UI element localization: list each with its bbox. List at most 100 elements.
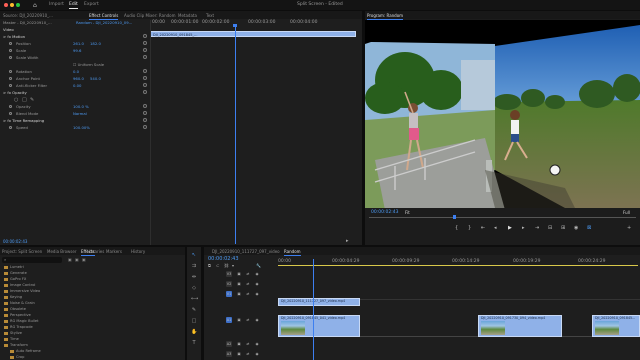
property-value[interactable]: 0.0 bbox=[73, 69, 79, 74]
mark-in-icon[interactable]: { bbox=[455, 225, 458, 231]
property-value[interactable]: Normal bbox=[73, 111, 87, 116]
selection-tool-icon[interactable]: ↖ bbox=[191, 252, 197, 258]
track-target-button[interactable]: A3 bbox=[226, 351, 232, 357]
timeline-playhead[interactable] bbox=[313, 259, 314, 360]
tab-source[interactable]: Source: DJI_20220910_... bbox=[3, 13, 53, 18]
effect-folder-item[interactable]: Time bbox=[4, 337, 19, 341]
reset-icon[interactable] bbox=[143, 111, 147, 115]
mute-icon[interactable]: ◉ bbox=[254, 351, 260, 357]
home-icon[interactable]: ⌂ bbox=[33, 2, 37, 9]
clip-v2[interactable]: DJI_20220910_111727_097_video.mp4 bbox=[278, 298, 360, 306]
effect-folder-item[interactable]: Auto Reframe bbox=[10, 349, 41, 353]
zoom-window-button[interactable] bbox=[16, 3, 20, 7]
close-window-button[interactable] bbox=[4, 3, 8, 7]
tab-metadata[interactable]: Metadata bbox=[178, 13, 197, 18]
track-target-button[interactable]: V2 bbox=[226, 281, 232, 287]
ripple-edit-tool-icon[interactable]: ⇹ bbox=[191, 274, 197, 280]
sync-icon[interactable]: ⇄ bbox=[245, 291, 251, 297]
track-select-tool-icon[interactable]: ⇉ bbox=[191, 263, 197, 269]
sync-icon[interactable]: ⇄ bbox=[245, 271, 251, 277]
razor-tool-icon[interactable]: ◇ bbox=[191, 285, 197, 291]
tab-program-random[interactable]: Program: Random bbox=[367, 13, 404, 20]
effect-folder-item[interactable]: Transform bbox=[4, 343, 28, 347]
property-value-y[interactable]: 182.0 bbox=[90, 41, 101, 46]
clip-v1-c[interactable]: DJI_20220910_091845... bbox=[592, 315, 640, 337]
eye-icon[interactable]: ◉ bbox=[254, 281, 260, 287]
eye-icon[interactable]: ◉ bbox=[254, 271, 260, 277]
effect-section-label[interactable]: > fx Opacity bbox=[3, 90, 27, 95]
timeline-timecode[interactable]: 00:00:02:43 bbox=[208, 256, 239, 262]
effect-folder-item[interactable]: RG Trapcode bbox=[4, 325, 33, 329]
program-playhead[interactable] bbox=[453, 215, 456, 219]
effect-folder-item[interactable]: Noise & Grain bbox=[4, 301, 35, 305]
property-value[interactable]: 0.00 bbox=[73, 83, 81, 88]
program-quality-select[interactable]: Full bbox=[623, 210, 630, 215]
reset-icon[interactable] bbox=[143, 76, 147, 80]
linked-selection-icon[interactable]: ⛓ bbox=[224, 263, 229, 268]
ec-playhead[interactable] bbox=[235, 25, 236, 244]
sync-icon[interactable]: ⇄ bbox=[245, 317, 251, 323]
keyframe-stopwatch-icon[interactable] bbox=[9, 42, 12, 45]
add-marker-icon[interactable]: ▾ bbox=[232, 263, 234, 268]
lock-icon[interactable]: ▣ bbox=[236, 291, 242, 297]
ec-navigate-icon[interactable]: ▸ bbox=[346, 238, 349, 244]
tab-history[interactable]: History bbox=[131, 249, 145, 254]
tab-media-browser[interactable]: Media Browser bbox=[47, 249, 77, 254]
keyframe-stopwatch-icon[interactable] bbox=[9, 70, 12, 73]
track-target-button[interactable]: A1 bbox=[226, 317, 232, 323]
reset-icon[interactable] bbox=[143, 83, 147, 87]
reset-icon[interactable] bbox=[143, 48, 147, 52]
insert-icon[interactable]: ⊟ bbox=[548, 225, 552, 231]
tab-markers[interactable]: Markers bbox=[106, 249, 122, 254]
property-value[interactable]: 99.6 bbox=[73, 48, 81, 53]
lock-icon[interactable]: ▣ bbox=[236, 351, 242, 357]
minimize-window-button[interactable] bbox=[10, 3, 14, 7]
go-to-out-icon[interactable]: ⇥ bbox=[535, 225, 539, 231]
rectangle-tool-icon[interactable]: □ bbox=[191, 318, 197, 324]
reset-icon[interactable] bbox=[143, 69, 147, 73]
keyframe-stopwatch-icon[interactable] bbox=[9, 49, 12, 52]
workspace-import-tab[interactable]: Import bbox=[49, 2, 64, 7]
reset-icon[interactable] bbox=[143, 55, 147, 59]
tab-audio-clip-mixer[interactable]: Audio Clip Mixer: Random bbox=[124, 13, 176, 18]
tab-timeline-random[interactable]: Random bbox=[284, 249, 301, 256]
slip-tool-icon[interactable]: ⟷ bbox=[191, 296, 198, 302]
effect-folder-item[interactable]: Crop bbox=[10, 355, 24, 359]
tab-project[interactable]: Project: Split Screen bbox=[2, 249, 42, 254]
effect-folder-item[interactable]: Obsolete bbox=[4, 307, 26, 311]
effect-folder-item[interactable]: Keying bbox=[4, 295, 22, 299]
sequence-clip-label[interactable]: Random - DJI_20220910_09... bbox=[76, 20, 132, 25]
mark-out-icon[interactable]: } bbox=[468, 225, 471, 231]
keyframe-stopwatch-icon[interactable] bbox=[9, 56, 12, 59]
workspace-export-tab[interactable]: Export bbox=[84, 2, 99, 7]
reset-icon[interactable] bbox=[143, 34, 147, 38]
ec-playhead-handle[interactable] bbox=[233, 24, 237, 27]
sync-icon[interactable]: ⇄ bbox=[245, 351, 251, 357]
overwrite-icon[interactable]: ⊞ bbox=[561, 225, 565, 231]
export-frame-icon[interactable]: ◉ bbox=[574, 225, 578, 231]
step-back-icon[interactable]: ◂ bbox=[494, 225, 497, 231]
effect-folder-item[interactable]: Image Control bbox=[4, 283, 35, 287]
effect-folder-item[interactable]: Immersive Video bbox=[4, 289, 40, 293]
hand-tool-icon[interactable]: ✋ bbox=[191, 329, 197, 335]
go-to-in-icon[interactable]: ⇤ bbox=[481, 225, 485, 231]
pen-mask-icon[interactable]: ✎ bbox=[30, 97, 34, 103]
work-area-bar[interactable] bbox=[278, 265, 638, 266]
reset-icon[interactable] bbox=[143, 104, 147, 108]
keyframe-stopwatch-icon[interactable] bbox=[9, 84, 12, 87]
effect-folder-item[interactable]: Stylize bbox=[4, 331, 22, 335]
effect-folder-item[interactable]: Generate bbox=[4, 271, 27, 275]
effect-folder-item[interactable]: GoPro FX bbox=[4, 277, 26, 281]
program-settings-icon[interactable]: + bbox=[627, 225, 631, 231]
effect-folder-item[interactable]: Lumetri bbox=[4, 265, 24, 269]
program-zoom-select[interactable]: Fit bbox=[405, 210, 410, 215]
uniform-scale-checkbox[interactable]: ☐ Uniform Scale bbox=[73, 62, 104, 67]
ec-clip-bar[interactable]: DJI_20220910_091845_... bbox=[150, 31, 356, 37]
clip-v1-a[interactable]: DJI_20220910_091845_041_video.mp4 bbox=[278, 315, 360, 337]
track-target-button[interactable]: V1 bbox=[226, 291, 232, 297]
keyframe-stopwatch-icon[interactable] bbox=[9, 112, 12, 115]
reset-icon[interactable] bbox=[143, 125, 147, 129]
track-target-button[interactable]: V3 bbox=[226, 271, 232, 277]
lock-icon[interactable]: ▣ bbox=[236, 341, 242, 347]
property-value[interactable]: 100.00% bbox=[73, 125, 90, 130]
